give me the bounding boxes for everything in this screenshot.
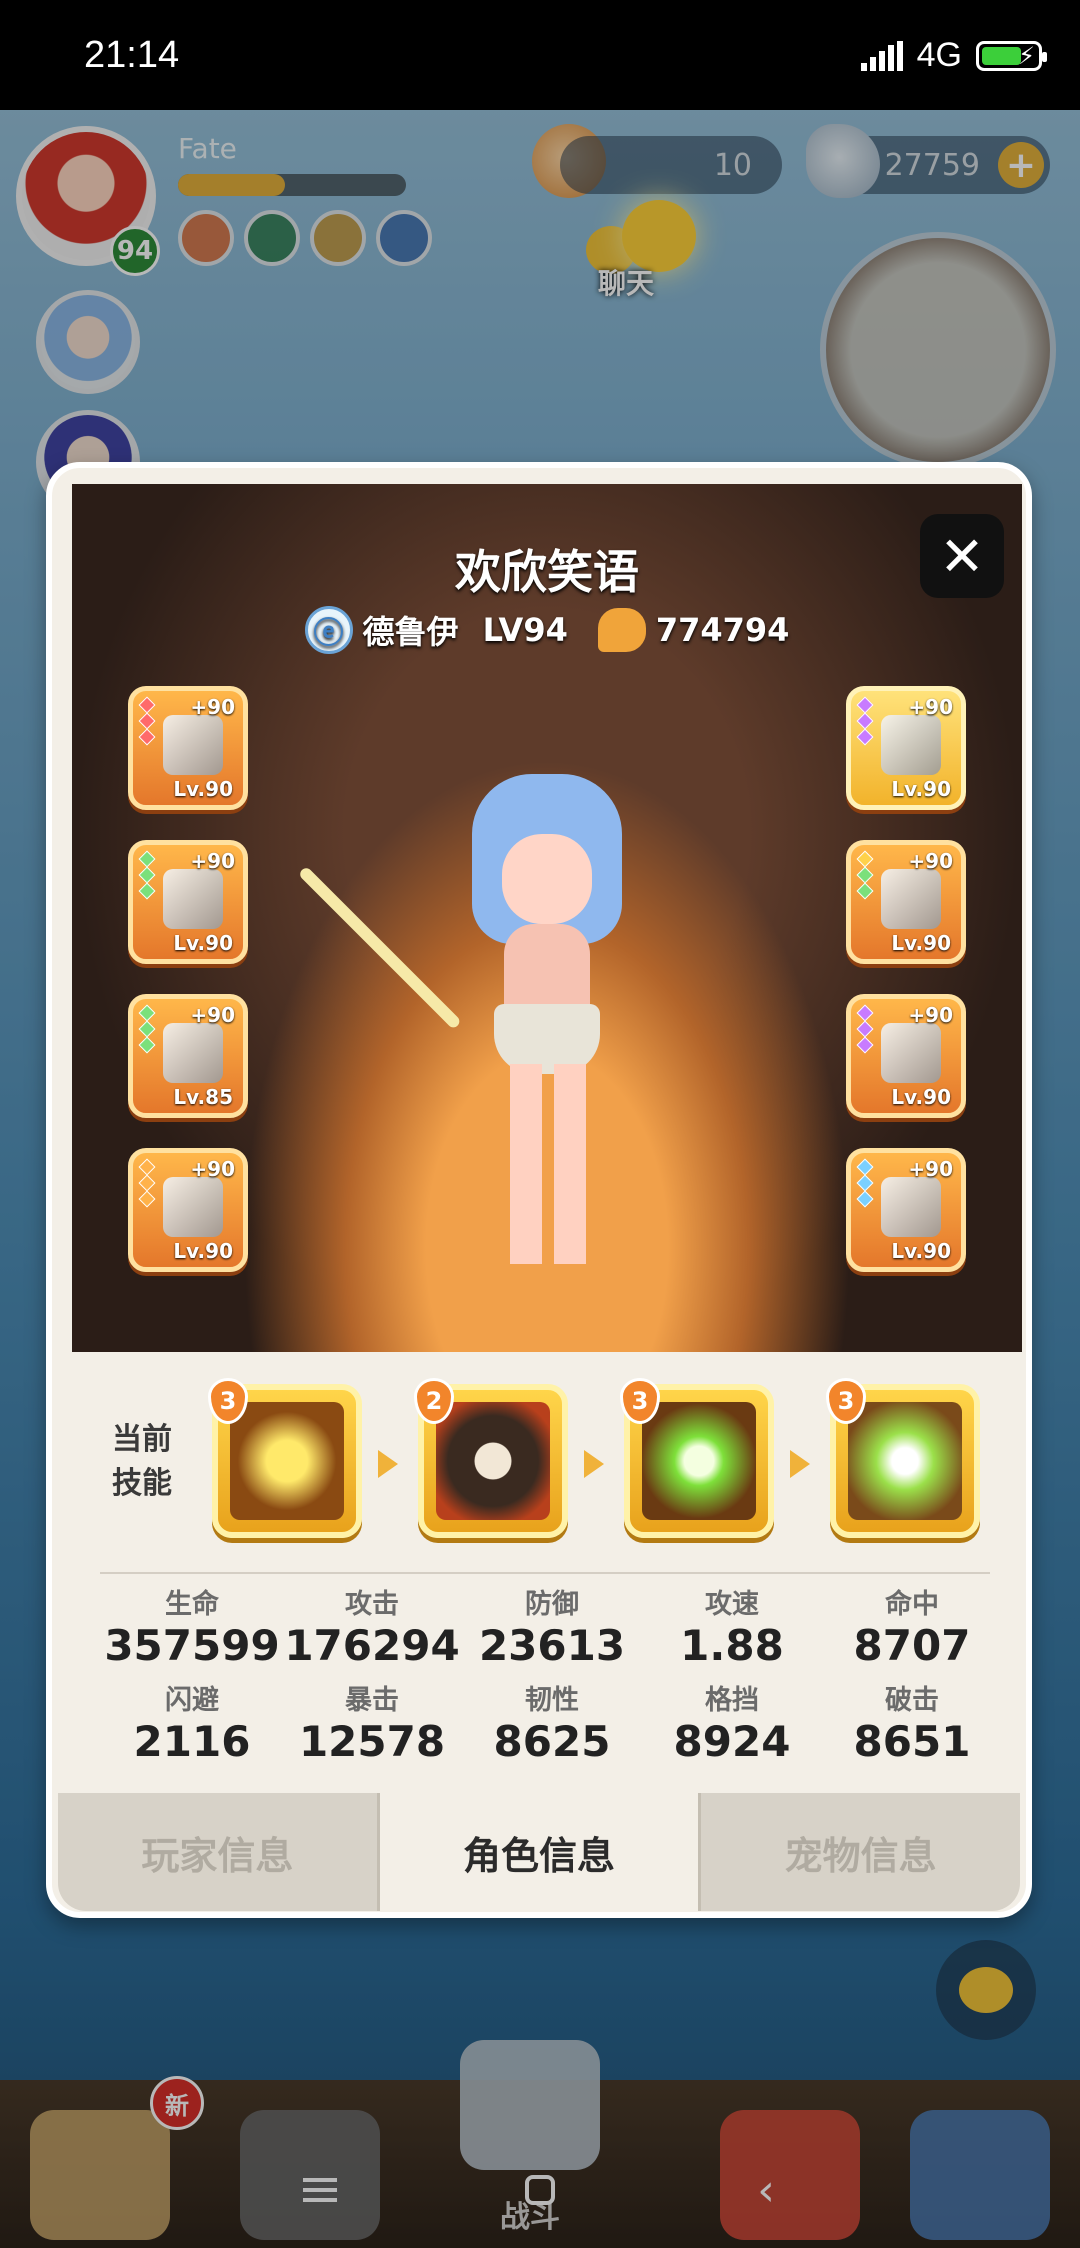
stat-item: 生命 357599 [104, 1589, 280, 1670]
combat-power: 774794 [655, 611, 790, 649]
skill-slot[interactable]: 3 [826, 1378, 980, 1538]
necklace-icon [881, 1177, 941, 1237]
character-model [472, 774, 622, 1274]
skill-slot[interactable]: 3 [208, 1378, 362, 1538]
equipment-offhand[interactable]: +90 Lv.90 [128, 840, 248, 964]
stat-item: 攻击 176294 [284, 1589, 460, 1670]
tab-character-info[interactable]: 角色信息 [376, 1793, 702, 1911]
battery-icon: ⚡ [976, 40, 1047, 71]
equipment-weapon[interactable]: +90 Lv.90 [128, 686, 248, 810]
power-icon [597, 608, 646, 652]
equipment-shoulder[interactable]: +90 Lv.85 [128, 994, 248, 1118]
equipment-armor[interactable]: +90 Lv.90 [846, 840, 966, 964]
equipment-necklace[interactable]: +90 Lv.90 [846, 1148, 966, 1272]
totem-icon [848, 1402, 962, 1520]
boots-icon [881, 1023, 941, 1083]
character-level: LV94 [482, 611, 568, 649]
blade-icon [163, 715, 223, 775]
feather-icon [881, 715, 941, 775]
skill-slot[interactable]: 2 [414, 1378, 568, 1538]
stat-item: 格挡 8924 [673, 1685, 791, 1766]
network-type: 4G [916, 36, 962, 74]
shoulder-armor-icon [163, 1023, 223, 1083]
heal-cross-icon [642, 1402, 756, 1520]
skill-arrow-icon [584, 1450, 604, 1478]
current-skills-label: 当前 技能 [112, 1422, 172, 1501]
signal-icon [860, 40, 903, 71]
druid-class-icon: ⓔ [304, 606, 353, 654]
equipment-ring[interactable]: +90 Lv.90 [128, 1148, 248, 1272]
character-info-dialog: 欢欣笑语 ⓔ 德鲁伊 LV94 774794 ✕ +90 Lv.90 +90 L… [46, 462, 1032, 1918]
stat-item: 暴击 12578 [298, 1685, 446, 1766]
equipment-talisman[interactable]: +90 Lv.90 [846, 686, 966, 810]
skill-slot[interactable]: 3 [620, 1378, 774, 1538]
divider [100, 1572, 990, 1574]
spear-weapon [297, 865, 462, 1030]
stat-item: 闪避 2116 [133, 1685, 251, 1766]
armor-icon [881, 869, 941, 929]
status-time: 21:14 [84, 34, 180, 76]
close-button[interactable]: ✕ [920, 514, 1004, 598]
status-bar: 21:14 4G ⚡ [0, 0, 1080, 110]
stat-item: 命中 8707 [853, 1589, 971, 1670]
gauntlet-icon [163, 869, 223, 929]
tab-player-info[interactable]: 玩家信息 [58, 1793, 377, 1911]
skill-arrow-icon [378, 1450, 398, 1478]
equipment-boots[interactable]: +90 Lv.90 [846, 994, 966, 1118]
tab-pet-info[interactable]: 宠物信息 [701, 1793, 1020, 1911]
class-name: 德鲁伊 [362, 613, 459, 651]
stat-item: 韧性 8625 [493, 1685, 611, 1766]
ring-icon [163, 1177, 223, 1237]
stat-item: 攻速 1.88 [680, 1589, 784, 1670]
character-preview: 欢欣笑语 ⓔ 德鲁伊 LV94 774794 ✕ +90 Lv.90 +90 L… [72, 484, 1022, 1352]
stat-item: 破击 8651 [853, 1685, 971, 1766]
character-name: 欢欣笑语 [455, 545, 639, 599]
skill-arrow-icon [790, 1450, 810, 1478]
stat-item: 防御 23613 [478, 1589, 626, 1670]
owl-icon [436, 1402, 550, 1520]
info-tabs: 玩家信息 角色信息 宠物信息 [58, 1793, 1020, 1911]
stats-grid: 生命 357599 攻击 176294 防御 23613 攻速 1.88 命中 8707 … [102, 1588, 1002, 1766]
shield-cross-icon [230, 1402, 344, 1520]
character-info-row: ⓔ 德鲁伊 LV94 774794 [72, 606, 1022, 654]
status-icons: 4G ⚡ [860, 36, 1047, 75]
